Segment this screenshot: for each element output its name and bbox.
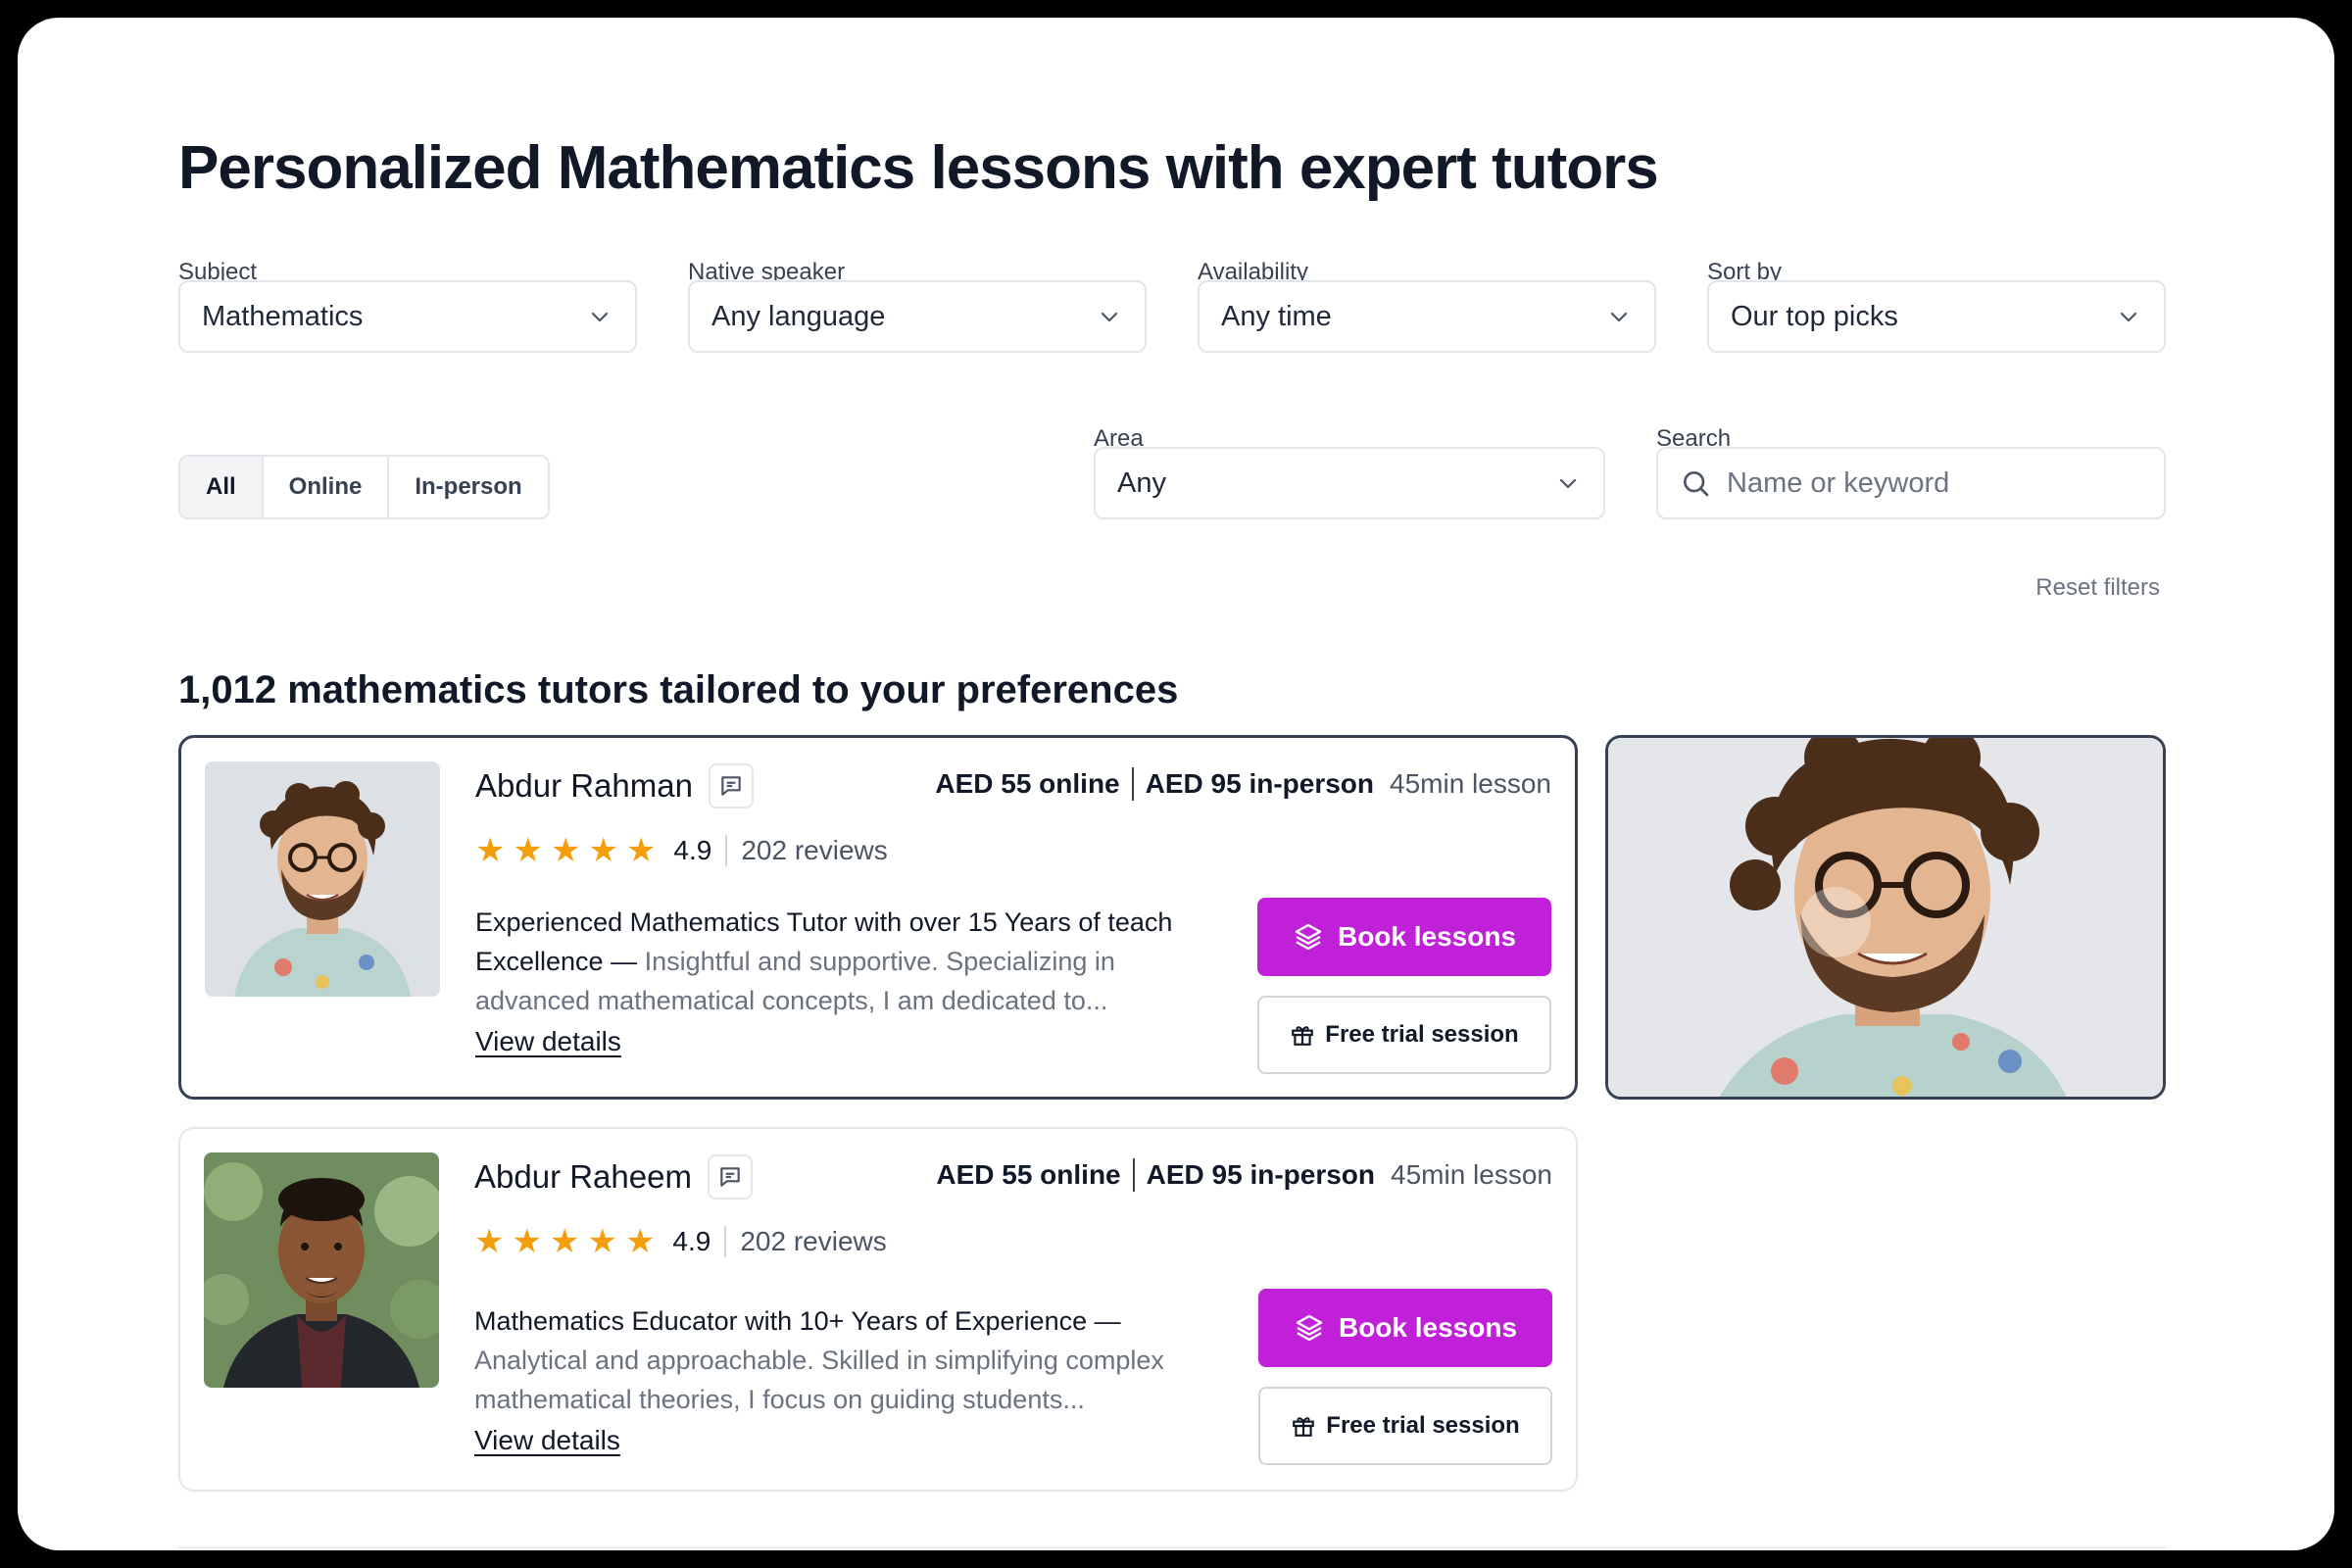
chevron-down-icon [1096,303,1123,330]
tutor-description: Mathematics Educator with 10+ Years of E… [474,1301,1219,1419]
rating-divider [725,835,728,866]
tutor-name[interactable]: Abdur Rahman [475,767,693,805]
search-box [1656,447,2166,519]
tutor-description: Experienced Mathematics Tutor with over … [475,903,1220,1020]
star-icon: ★ [587,1223,617,1260]
book-lessons-button[interactable]: Book lessons [1258,1289,1552,1367]
chevron-down-icon [2115,303,2142,330]
free-trial-button[interactable]: Free trial session [1257,996,1551,1074]
tab-online[interactable]: Online [263,457,390,517]
layers-icon [1295,923,1322,951]
free-trial-button[interactable]: Free trial session [1258,1387,1552,1465]
native-speaker-select[interactable]: Any language [688,280,1147,353]
chevron-down-icon [586,303,613,330]
area-value: Any [1117,466,1166,499]
native-speaker-value: Any language [711,300,886,332]
star-icon: ★ [513,832,543,869]
subject-value: Mathematics [202,300,364,332]
tutor-card[interactable]: Abdur Rahman AED 55 online AED 95 in-per… [178,735,1578,1100]
price-divider [1132,1158,1135,1192]
star-icon: ★ [475,832,506,869]
results-heading: 1,012 mathematics tutors tailored to you… [178,668,1179,711]
tutor-video-preview[interactable] [1605,735,2166,1100]
star-icon: ★ [624,1223,656,1260]
star-icon: ★ [588,832,618,869]
view-details-link[interactable]: View details [475,1026,621,1057]
review-count: 202 reviews [740,1226,887,1256]
chat-icon [721,776,741,796]
tab-all[interactable]: All [180,457,264,517]
price-divider [1131,767,1134,801]
gift-icon [1292,1026,1314,1046]
lesson-duration: 45min lesson [1390,768,1551,799]
subject-select[interactable]: Mathematics [178,280,637,353]
availability-select[interactable]: Any time [1198,280,1656,353]
app-window: Personalized Mathematics lessons with ex… [18,18,2334,1550]
book-lessons-label: Book lessons [1338,1312,1518,1343]
sort-by-value: Our top picks [1731,300,1898,332]
star-icon: ★ [550,832,581,869]
rating-value: 4.9 [672,1226,711,1256]
tutor-card[interactable]: Abdur Raheem AED 55 online AED 95 in-per… [178,1127,1578,1492]
reset-filters-link[interactable]: Reset filters [2035,574,2160,602]
free-trial-label: Free trial session [1326,1412,1520,1439]
price-online: AED 55 online [936,1159,1121,1190]
chevron-down-icon [1605,303,1633,330]
view-details-link[interactable]: View details [474,1425,620,1456]
rating-row: ★ ★ ★ ★ ★ 4.9 202 reviews [475,834,888,867]
gift-icon [1293,1417,1315,1437]
area-select[interactable]: Any [1094,447,1605,519]
star-rating: ★ ★ ★ ★ ★ [474,1225,655,1258]
tutor-name[interactable]: Abdur Raheem [474,1158,692,1196]
rating-value: 4.9 [673,835,712,865]
tutor-avatar [205,761,440,997]
tab-in-person[interactable]: In-person [389,457,548,517]
layers-icon [1296,1314,1323,1342]
message-button[interactable] [707,1154,753,1200]
availability-value: Any time [1221,300,1332,332]
price-in-person: AED 95 in-person [1146,1159,1376,1190]
rating-divider [724,1226,727,1257]
price-in-person: AED 95 in-person [1145,768,1375,799]
rating-row: ★ ★ ★ ★ ★ 4.9 202 reviews [474,1225,887,1258]
chevron-down-icon [1554,469,1582,497]
search-icon [1680,466,1713,500]
message-button[interactable] [708,763,754,808]
book-lessons-label: Book lessons [1337,921,1517,952]
price-online: AED 55 online [935,768,1120,799]
tutor-avatar [204,1152,439,1388]
lesson-mode-tabs: All Online In-person [178,455,550,519]
star-icon: ★ [512,1223,542,1260]
tutor-headline: Mathematics Educator with 10+ Years of E… [474,1306,1121,1336]
book-lessons-button[interactable]: Book lessons [1257,898,1551,976]
page-title: Personalized Mathematics lessons with ex… [178,134,1659,202]
star-icon: ★ [549,1223,580,1260]
tutor-summary: Analytical and approachable. Skilled in … [474,1346,1164,1414]
price-info: AED 55 online AED 95 in-person 45min les… [936,1158,1552,1192]
price-info: AED 55 online AED 95 in-person 45min les… [935,767,1551,801]
star-rating: ★ ★ ★ ★ ★ [475,834,656,867]
chat-icon [720,1167,740,1187]
star-icon: ★ [474,1223,505,1260]
sort-by-select[interactable]: Our top picks [1707,280,2166,353]
review-count: 202 reviews [741,835,888,865]
lesson-duration: 45min lesson [1391,1159,1552,1190]
search-input[interactable] [1727,466,2142,500]
list-divider [178,1546,2166,1548]
free-trial-label: Free trial session [1325,1021,1519,1048]
star-icon: ★ [625,832,657,869]
